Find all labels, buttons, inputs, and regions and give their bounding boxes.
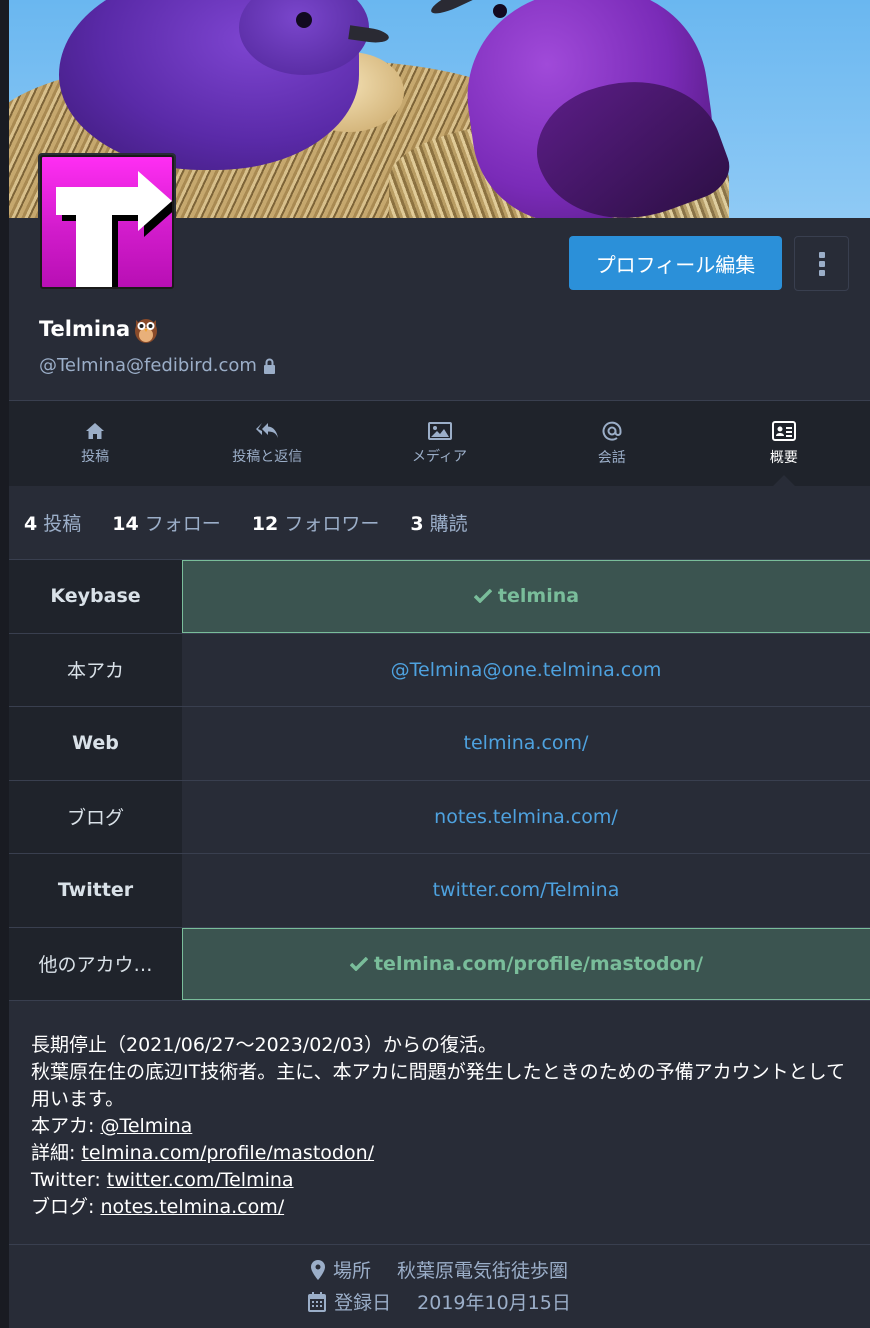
id-card-icon [771, 420, 796, 441]
following-count[interactable]: 14 フォロー [112, 509, 221, 536]
check-icon [349, 956, 368, 971]
edit-profile-button[interactable]: プロフィール編集 [569, 236, 782, 290]
field-row: Web telmina.com/ [9, 707, 870, 781]
reply-all-icon [256, 422, 279, 438]
field-name: Web [9, 707, 182, 780]
active-tab-indicator [772, 475, 795, 486]
account-handle: @Telmina@fedibird.com [39, 355, 276, 376]
owl-emoji-icon [135, 319, 158, 343]
profile-fields: Keybase telmina 本アカ @Telmina@one.telmina… [9, 560, 870, 1001]
field-row: 他のアカウ… telmina.com/profile/mastodon/ [9, 927, 870, 1001]
tab-posts-and-replies[interactable]: 投稿と返信 [181, 401, 353, 486]
kebab-icon [818, 251, 825, 258]
field-name: 他のアカウ… [9, 927, 182, 1000]
display-name: Telmina [39, 314, 159, 344]
field-name: 本アカ [9, 633, 182, 706]
tab-about[interactable]: 概要 [698, 401, 870, 486]
field-value-link[interactable]: @Telmina@one.telmina.com [182, 634, 870, 707]
lock-icon [263, 358, 275, 374]
field-row: Twitter twitter.com/Telmina [9, 854, 870, 928]
location-row: 場所 秋葉原電気街徒歩圏 [9, 1256, 870, 1283]
account-counts: 4 投稿 14 フォロー 12 フォロワー 3 購読 [9, 486, 870, 560]
bio-link[interactable]: @Telmina [100, 1115, 192, 1137]
field-value-link[interactable]: notes.telmina.com/ [182, 781, 870, 854]
field-row: 本アカ @Telmina@one.telmina.com [9, 633, 870, 707]
profile-panel: プロフィール編集 Telmina @Telmina@fedibird.com 投… [9, 0, 870, 1328]
tab-posts[interactable]: 投稿 [9, 401, 181, 486]
field-value[interactable]: telmina [182, 560, 870, 633]
bio-link[interactable]: telmina.com/profile/mastodon/ [81, 1142, 374, 1164]
bio-link[interactable]: twitter.com/Telmina [107, 1169, 294, 1191]
more-options-button[interactable] [794, 236, 849, 291]
subscribing-count[interactable]: 3 購読 [410, 509, 467, 536]
joined-row: 登録日 2019年10月15日 [9, 1288, 870, 1315]
field-name: ブログ [9, 780, 182, 853]
divider [9, 1244, 870, 1245]
map-marker-icon [310, 1259, 325, 1280]
field-name: Keybase [9, 560, 182, 633]
posts-count[interactable]: 4 投稿 [24, 509, 81, 536]
field-name: Twitter [9, 854, 182, 927]
home-icon [86, 422, 105, 439]
avatar[interactable] [38, 153, 176, 291]
tab-conversations[interactable]: 会話 [526, 401, 698, 486]
tab-media[interactable]: メディア [353, 401, 525, 486]
field-value-link[interactable]: twitter.com/Telmina [182, 854, 870, 927]
picture-icon [427, 421, 452, 440]
field-row: ブログ notes.telmina.com/ [9, 780, 870, 854]
field-row: Keybase telmina [9, 560, 870, 634]
calendar-icon [308, 1291, 327, 1312]
profile-tabs: 投稿 投稿と返信 メディア 会話 概要 [9, 400, 870, 486]
profile-bio: 長期停止（2021/06/27～2023/02/03）からの復活。 秋葉原在住の… [31, 1034, 846, 1218]
check-icon [473, 589, 492, 604]
at-icon [602, 421, 622, 441]
bio-link[interactable]: notes.telmina.com/ [100, 1196, 284, 1218]
followers-count[interactable]: 12 フォロワー [252, 509, 380, 536]
field-value-link[interactable]: telmina.com/ [182, 707, 870, 780]
left-strip [0, 0, 9, 1328]
field-value[interactable]: telmina.com/profile/mastodon/ [182, 927, 870, 1000]
